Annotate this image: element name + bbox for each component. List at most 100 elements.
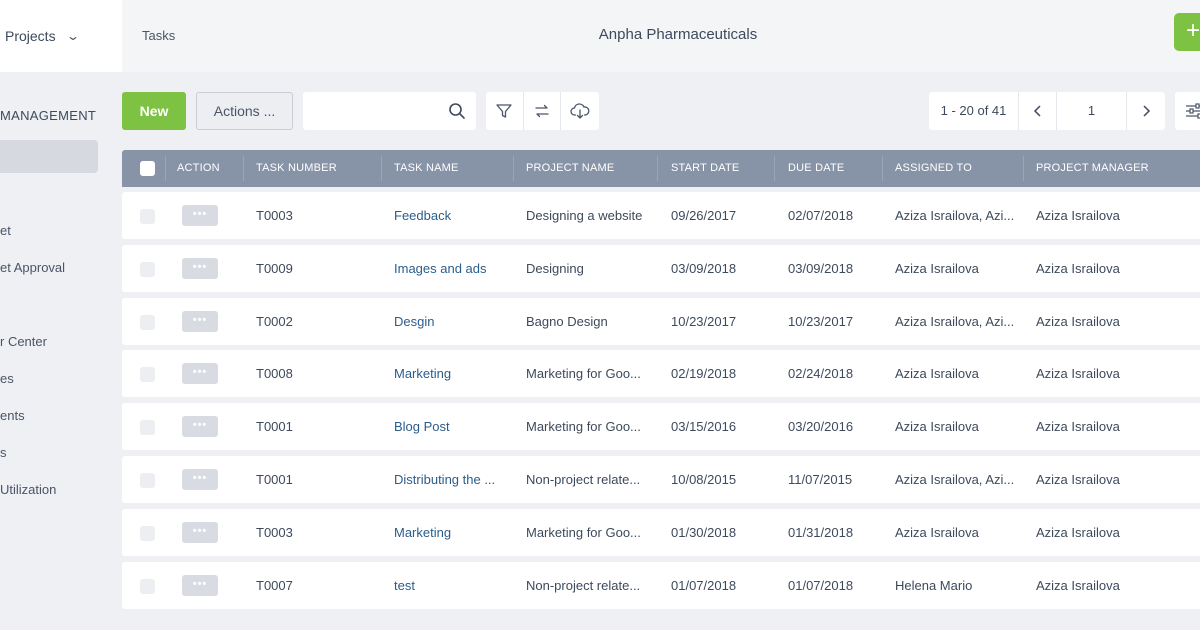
chevron-right-icon: [1143, 105, 1151, 117]
due-date-cell: 01/07/2018: [788, 578, 854, 593]
table-row[interactable]: ••• T0001 Distributing the ... Non-project …: [122, 456, 1200, 503]
new-button[interactable]: New: [122, 92, 186, 130]
company-title: Anpha Pharmaceuticals: [598, 26, 758, 43]
sidebar-item[interactable]: ents: [0, 408, 25, 423]
task-name-link[interactable]: Desgin: [394, 298, 509, 345]
sidebar-item[interactable]: es: [0, 371, 14, 386]
row-checkbox[interactable]: [140, 262, 155, 277]
column-header-due-date[interactable]: DUE DATE: [788, 150, 844, 187]
start-date-cell: 03/09/2018: [671, 261, 737, 276]
task-number-cell: T0001: [256, 472, 293, 487]
project-name-cell: Non-project relate...: [526, 472, 641, 487]
column-header-task-name[interactable]: TASK NAME: [394, 150, 459, 187]
row-action-button[interactable]: •••: [182, 205, 218, 226]
assigned-to-cell: Aziza Israilova: [895, 366, 979, 381]
due-date-cell: 03/09/2018: [788, 261, 854, 276]
task-number-cell: T0002: [256, 314, 293, 329]
next-page-button[interactable]: [1127, 92, 1165, 130]
task-number-cell: T0009: [256, 261, 293, 276]
refresh-button[interactable]: [524, 92, 562, 130]
task-name-link[interactable]: Images and ads: [394, 245, 509, 292]
sidebar: MANAGEMENT et et Approval r Center es en…: [0, 72, 122, 630]
row-checkbox[interactable]: [140, 209, 155, 224]
sidebar-item[interactable]: Utilization: [0, 482, 56, 497]
task-name-link[interactable]: Marketing: [394, 509, 509, 556]
column-divider: [774, 156, 775, 181]
page-range: 1 - 20 of 41: [929, 92, 1019, 130]
project-name-cell: Marketing for Goo...: [526, 525, 641, 540]
start-date-cell: 10/08/2015: [671, 472, 737, 487]
download-button[interactable]: [561, 92, 599, 130]
prev-page-button[interactable]: [1019, 92, 1057, 130]
start-date-cell: 01/30/2018: [671, 525, 737, 540]
project-manager-cell: Aziza Israilova: [1036, 366, 1120, 381]
row-checkbox[interactable]: [140, 473, 155, 488]
column-divider: [1023, 156, 1024, 181]
sliders-icon: [1186, 103, 1200, 119]
table-row[interactable]: ••• T0007 test Non-project relate... 01/07/2…: [122, 562, 1200, 609]
actions-button[interactable]: Actions ...: [196, 92, 293, 130]
project-name-cell: Designing a website: [526, 208, 643, 223]
table-row[interactable]: ••• T0009 Images and ads Designing 03/09/201…: [122, 245, 1200, 292]
table-row[interactable]: ••• T0008 Marketing Marketing for Goo... 02/…: [122, 350, 1200, 397]
task-number-cell: T0003: [256, 525, 293, 540]
row-action-button[interactable]: •••: [182, 469, 218, 490]
project-manager-cell: Aziza Israilova: [1036, 208, 1120, 223]
search-icon[interactable]: [448, 102, 466, 120]
start-date-cell: 10/23/2017: [671, 314, 737, 329]
row-checkbox[interactable]: [140, 579, 155, 594]
search-box: [303, 92, 476, 130]
due-date-cell: 02/24/2018: [788, 366, 854, 381]
task-name-link[interactable]: Distributing the ...: [394, 456, 509, 503]
task-name-link[interactable]: Marketing: [394, 350, 509, 397]
row-action-button[interactable]: •••: [182, 575, 218, 596]
page-number-input[interactable]: 1: [1057, 92, 1127, 130]
row-action-button[interactable]: •••: [182, 522, 218, 543]
sidebar-item-selected[interactable]: [0, 140, 98, 173]
project-manager-cell: Aziza Israilova: [1036, 472, 1120, 487]
column-header-assigned-to[interactable]: ASSIGNED TO: [895, 150, 972, 187]
row-checkbox[interactable]: [140, 367, 155, 382]
assigned-to-cell: Aziza Israilova: [895, 525, 979, 540]
top-bar: Projects ⌄ Tasks Anpha Pharmaceuticals +: [0, 0, 1200, 72]
row-action-button[interactable]: •••: [182, 258, 218, 279]
column-divider: [657, 156, 658, 181]
project-name-cell: Non-project relate...: [526, 578, 641, 593]
project-manager-cell: Aziza Israilova: [1036, 578, 1120, 593]
due-date-cell: 01/31/2018: [788, 525, 854, 540]
column-header-task-number[interactable]: TASK NUMBER: [256, 150, 337, 187]
sidebar-item[interactable]: r Center: [0, 334, 47, 349]
task-name-link[interactable]: test: [394, 562, 509, 609]
search-input[interactable]: [311, 93, 446, 129]
table-row[interactable]: ••• T0003 Marketing Marketing for Goo... 01/…: [122, 509, 1200, 556]
assigned-to-cell: Aziza Israilova: [895, 261, 979, 276]
assigned-to-cell: Aziza Israilova, Azi...: [895, 208, 1015, 223]
sidebar-item[interactable]: et Approval: [0, 260, 65, 275]
add-button[interactable]: +: [1174, 13, 1200, 51]
table-row[interactable]: ••• T0003 Feedback Designing a website 09/26…: [122, 192, 1200, 239]
column-divider: [381, 156, 382, 181]
sidebar-item[interactable]: et: [0, 223, 11, 238]
row-action-button[interactable]: •••: [182, 363, 218, 384]
table-row[interactable]: ••• T0002 Desgin Bagno Design 10/23/2017 10/2…: [122, 298, 1200, 345]
row-checkbox[interactable]: [140, 526, 155, 541]
column-settings-button[interactable]: [1175, 92, 1200, 130]
task-name-link[interactable]: Blog Post: [394, 403, 509, 450]
column-header-project-name[interactable]: PROJECT NAME: [526, 150, 614, 187]
sidebar-item[interactable]: s: [0, 445, 7, 460]
row-checkbox[interactable]: [140, 420, 155, 435]
project-manager-cell: Aziza Israilova: [1036, 525, 1120, 540]
project-name-cell: Marketing for Goo...: [526, 366, 641, 381]
table-row[interactable]: ••• T0001 Blog Post Marketing for Goo... 03/…: [122, 403, 1200, 450]
filter-button[interactable]: [486, 92, 524, 130]
task-name-link[interactable]: Feedback: [394, 192, 509, 239]
row-checkbox[interactable]: [140, 315, 155, 330]
table-header: ACTION TASK NUMBER TASK NAME PROJECT NAM…: [122, 150, 1200, 187]
row-action-button[interactable]: •••: [182, 311, 218, 332]
column-divider: [882, 156, 883, 181]
select-all-checkbox[interactable]: [140, 161, 155, 176]
due-date-cell: 02/07/2018: [788, 208, 854, 223]
row-action-button[interactable]: •••: [182, 416, 218, 437]
column-header-start-date[interactable]: START DATE: [671, 150, 739, 187]
column-header-project-manager[interactable]: PROJECT MANAGER: [1036, 150, 1149, 187]
